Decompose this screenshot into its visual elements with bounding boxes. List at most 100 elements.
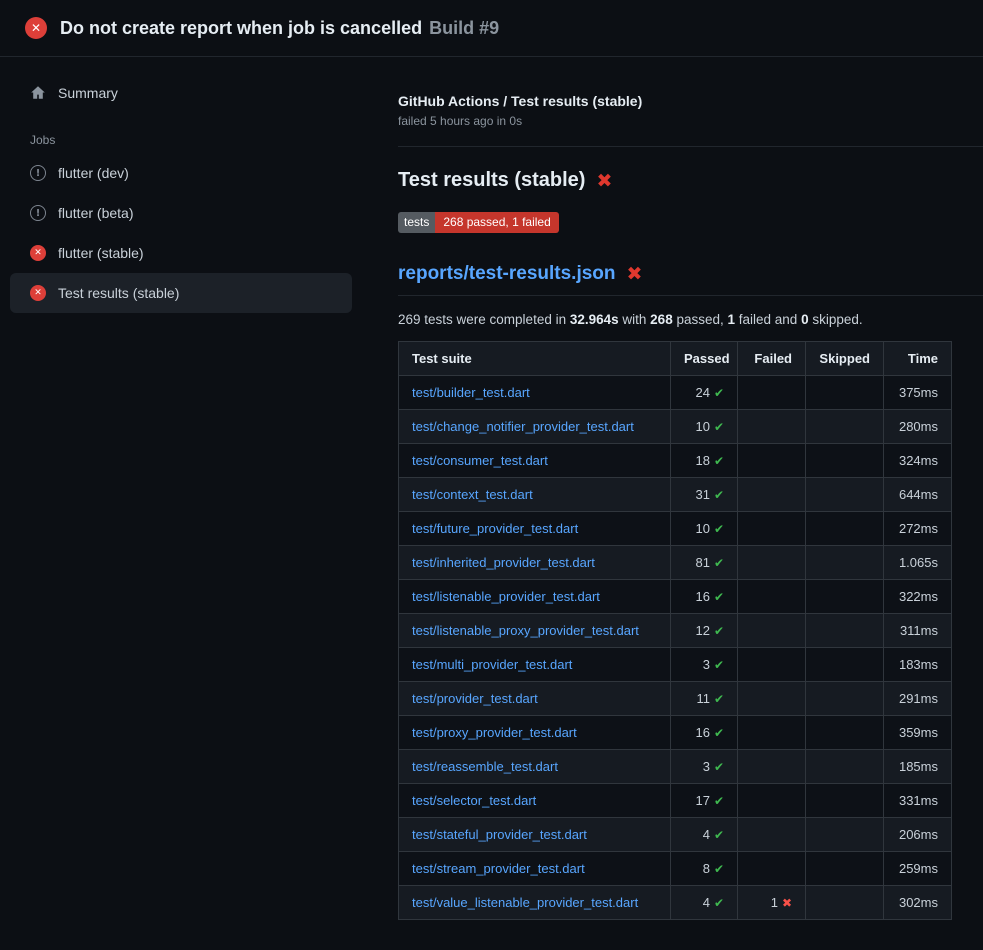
time-value: 302ms	[884, 886, 952, 920]
passed-count: 11	[696, 691, 710, 706]
suite-link[interactable]: test/stream_provider_test.dart	[412, 861, 585, 876]
sidebar-item-flutter-beta[interactable]: ! flutter (beta)	[10, 193, 352, 233]
table-row: test/stream_provider_test.dart 8✔ ✖ 259m…	[399, 852, 952, 886]
skipped-count	[806, 716, 884, 750]
section-title-text: Test results (stable)	[398, 169, 585, 192]
sidebar-item-summary[interactable]: Summary	[10, 77, 352, 109]
passed-count: 4	[703, 827, 710, 842]
sidebar-item-flutter-dev[interactable]: ! flutter (dev)	[10, 153, 352, 193]
check-icon: ✔	[714, 624, 724, 638]
table-row: test/selector_test.dart 17✔ ✖ 331ms	[399, 784, 952, 818]
time-value: 375ms	[884, 376, 952, 410]
check-icon: ✔	[714, 420, 724, 434]
col-test-suite: Test suite	[399, 342, 671, 376]
check-icon: ✔	[714, 760, 724, 774]
passed-count: 17	[695, 793, 709, 808]
summary-text: 269 tests were completed in	[398, 312, 570, 327]
table-row: test/inherited_provider_test.dart 81✔ ✖ …	[399, 546, 952, 580]
build-title: Do not create report when job is cancell…	[60, 18, 422, 38]
job-label: flutter (beta)	[58, 205, 133, 221]
suite-link[interactable]: test/change_notifier_provider_test.dart	[412, 419, 634, 434]
table-row: test/consumer_test.dart 18✔ ✖ 324ms	[399, 444, 952, 478]
suite-link[interactable]: test/provider_test.dart	[412, 691, 538, 706]
skipped-count	[806, 376, 884, 410]
time-value: 183ms	[884, 648, 952, 682]
suite-link[interactable]: test/consumer_test.dart	[412, 453, 548, 468]
passed-count: 24	[695, 385, 709, 400]
table-row: test/proxy_provider_test.dart 16✔ ✖ 359m…	[399, 716, 952, 750]
suite-link[interactable]: test/proxy_provider_test.dart	[412, 725, 577, 740]
section-title: Test results (stable) ✖	[398, 169, 983, 192]
time-value: 324ms	[884, 444, 952, 478]
check-icon: ✔	[714, 726, 724, 740]
time-value: 359ms	[884, 716, 952, 750]
time-value: 1.065s	[884, 546, 952, 580]
main-content: GitHub Actions / Test results (stable) f…	[370, 57, 983, 920]
col-time: Time	[884, 342, 952, 376]
check-icon: ✔	[714, 488, 724, 502]
suite-link[interactable]: test/stateful_provider_test.dart	[412, 827, 587, 842]
skipped-count	[806, 750, 884, 784]
job-failed-icon: ✕	[30, 285, 46, 301]
time-value: 280ms	[884, 410, 952, 444]
check-icon: ✔	[714, 794, 724, 808]
summary-text: failed and	[735, 312, 801, 327]
time-value: 291ms	[884, 682, 952, 716]
skipped-count	[806, 818, 884, 852]
col-passed: Passed	[671, 342, 738, 376]
table-row: test/builder_test.dart 24✔ ✖ 375ms	[399, 376, 952, 410]
time-value: 331ms	[884, 784, 952, 818]
jobs-section-label: Jobs	[30, 133, 352, 147]
suite-link[interactable]: test/future_provider_test.dart	[412, 521, 578, 536]
skipped-count	[806, 512, 884, 546]
report-title: reports/test-results.json ✖	[398, 263, 983, 296]
sidebar-item-flutter-stable[interactable]: ✕ flutter (stable)	[10, 233, 352, 273]
sidebar-item-test-results-stable[interactable]: ✕ Test results (stable)	[10, 273, 352, 313]
check-icon: ✔	[714, 896, 724, 910]
summary-duration: 32.964s	[570, 312, 619, 327]
skipped-count	[806, 682, 884, 716]
passed-count: 4	[703, 895, 710, 910]
check-icon: ✔	[714, 386, 724, 400]
table-header-row: Test suite Passed Failed Skipped Time	[399, 342, 952, 376]
skipped-count	[806, 886, 884, 920]
suite-link[interactable]: test/context_test.dart	[412, 487, 533, 502]
check-icon: ✔	[714, 692, 724, 706]
table-row: test/context_test.dart 31✔ ✖ 644ms	[399, 478, 952, 512]
suite-link[interactable]: test/listenable_proxy_provider_test.dart	[412, 623, 639, 638]
table-row: test/change_notifier_provider_test.dart …	[399, 410, 952, 444]
passed-count: 8	[703, 861, 710, 876]
check-icon: ✔	[714, 522, 724, 536]
build-failed-icon: ✕	[25, 17, 47, 39]
job-label: flutter (dev)	[58, 165, 129, 181]
skipped-count	[806, 580, 884, 614]
x-icon: ✖	[782, 896, 792, 910]
skipped-count	[806, 614, 884, 648]
suite-link[interactable]: test/value_listenable_provider_test.dart	[412, 895, 638, 910]
report-link[interactable]: reports/test-results.json	[398, 263, 616, 285]
skipped-count	[806, 648, 884, 682]
build-number: Build #9	[429, 18, 499, 38]
page-layout: Summary Jobs ! flutter (dev) ! flutter (…	[0, 57, 983, 920]
suite-link[interactable]: test/reassemble_test.dart	[412, 759, 558, 774]
build-header: ✕ Do not create report when job is cance…	[0, 0, 983, 57]
table-row: test/provider_test.dart 11✔ ✖ 291ms	[399, 682, 952, 716]
skipped-count	[806, 444, 884, 478]
job-failed-icon: ✕	[30, 245, 46, 261]
suite-link[interactable]: test/multi_provider_test.dart	[412, 657, 572, 672]
skipped-count	[806, 546, 884, 580]
suite-link[interactable]: test/inherited_provider_test.dart	[412, 555, 595, 570]
suite-link[interactable]: test/selector_test.dart	[412, 793, 536, 808]
suite-link[interactable]: test/builder_test.dart	[412, 385, 530, 400]
check-icon: ✔	[714, 658, 724, 672]
table-row: test/reassemble_test.dart 3✔ ✖ 185ms	[399, 750, 952, 784]
passed-count: 3	[703, 759, 710, 774]
time-value: 259ms	[884, 852, 952, 886]
suite-link[interactable]: test/listenable_provider_test.dart	[412, 589, 600, 604]
sidebar: Summary Jobs ! flutter (dev) ! flutter (…	[0, 57, 370, 313]
skipped-count	[806, 410, 884, 444]
job-label: Test results (stable)	[58, 285, 179, 301]
failed-x-icon: ✖	[627, 263, 643, 285]
summary-label: Summary	[58, 85, 118, 101]
time-value: 272ms	[884, 512, 952, 546]
